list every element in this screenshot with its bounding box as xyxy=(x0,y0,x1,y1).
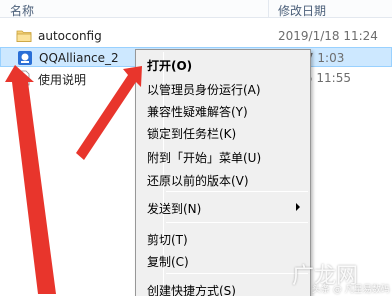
submenu-arrow-icon xyxy=(296,203,300,211)
file-name: QQAlliance_2 xyxy=(39,51,119,65)
folder-icon xyxy=(16,28,32,44)
column-name-header[interactable]: 名称 xyxy=(10,2,34,19)
column-separator[interactable] xyxy=(268,0,269,18)
menu-separator xyxy=(166,222,308,223)
menu-item-compat-troubleshoot[interactable]: 兼容性疑难解答(Y) xyxy=(138,99,308,120)
menu-item-label: 附到「开始」菜单(U) xyxy=(147,151,262,165)
menu-item-label: 还原以前的版本(V) xyxy=(147,174,249,188)
menu-item-open[interactable]: 打开(O) xyxy=(138,53,308,74)
column-date-header[interactable]: 修改日期 xyxy=(278,2,326,19)
menu-item-label: 兼容性疑难解答(Y) xyxy=(147,105,248,119)
menu-item-pin-taskbar[interactable]: 锁定到任务栏(K) xyxy=(138,121,308,142)
menu-item-send-to[interactable]: 发送到(N) xyxy=(138,196,308,217)
menu-item-run-as-admin[interactable]: 以管理员身份运行(A) xyxy=(138,77,308,98)
file-name: 使用说明 xyxy=(38,73,87,87)
menu-item-label: 剪切(T) xyxy=(147,233,188,247)
menu-item-pin-start[interactable]: 附到「开始」菜单(U) xyxy=(138,145,308,166)
menu-item-label: 锁定到任务栏(K) xyxy=(147,127,237,141)
menu-item-create-shortcut[interactable]: 创建快捷方式(S) xyxy=(138,278,308,296)
watermark: 广龙网 头条 @ 凡星易数码 xyxy=(292,258,390,295)
menu-item-label: 打开(O) xyxy=(147,59,193,73)
column-header: 名称 修改日期 xyxy=(0,0,392,18)
app-icon xyxy=(17,50,33,66)
menu-item-label: 以管理员身份运行(A) xyxy=(147,83,261,97)
menu-item-label: 发送到(N) xyxy=(147,202,202,216)
file-date: 2019/1/18 11:24 xyxy=(278,29,378,43)
document-icon xyxy=(16,70,32,86)
context-menu: 打开(O) 以管理员身份运行(A) 兼容性疑难解答(Y) 锁定到任务栏(K) 附… xyxy=(135,49,311,296)
file-name: autoconfig xyxy=(38,29,102,43)
menu-item-copy[interactable]: 复制(C) xyxy=(138,249,308,270)
menu-item-label: 创建快捷方式(S) xyxy=(147,284,236,296)
menu-item-restore-versions[interactable]: 还原以前的版本(V) xyxy=(138,168,308,189)
file-row-autoconfig[interactable]: autoconfig 2019/1/18 11:24 xyxy=(0,26,392,46)
menu-item-cut[interactable]: 剪切(T) xyxy=(138,227,308,248)
menu-item-label: 复制(C) xyxy=(147,255,189,269)
menu-separator xyxy=(166,273,308,274)
watermark-subtext: 头条 @ 凡星易数码 xyxy=(312,285,390,295)
menu-separator xyxy=(166,191,308,192)
